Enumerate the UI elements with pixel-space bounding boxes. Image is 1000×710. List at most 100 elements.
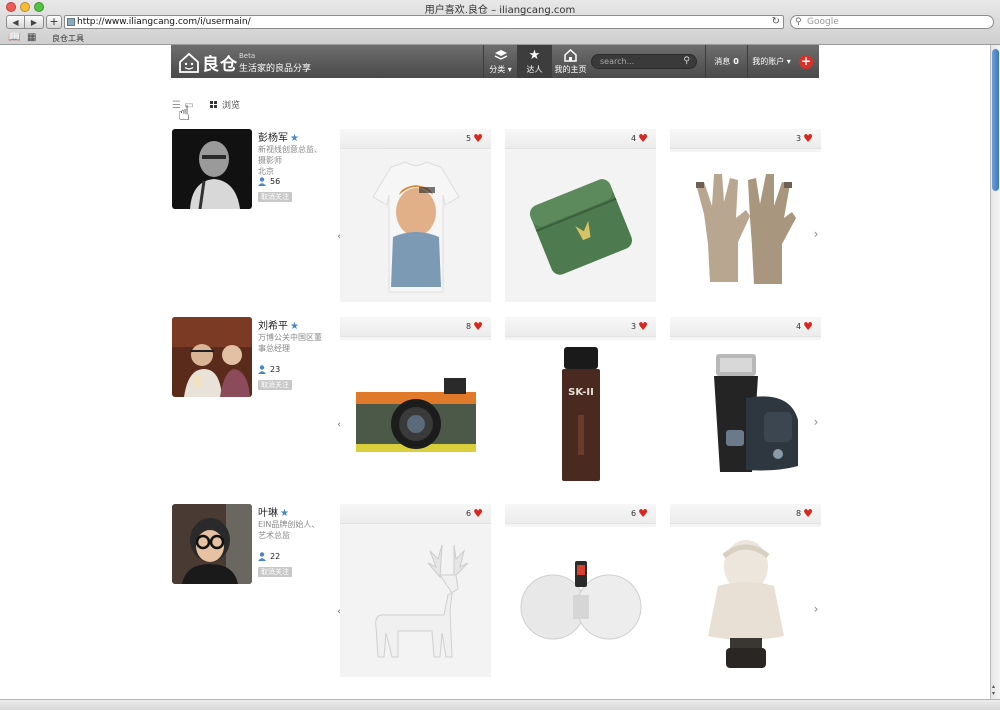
browser-search-field[interactable]: ⚲ Google bbox=[790, 15, 994, 29]
unfollow-button[interactable]: 取消关注 bbox=[258, 380, 292, 390]
product-card[interactable]: 6 ♥ bbox=[340, 504, 491, 677]
like-count[interactable]: 8 ♥ bbox=[796, 507, 813, 520]
site-logo[interactable]: 良仓 bbox=[178, 50, 238, 75]
house-logo-icon bbox=[178, 52, 200, 74]
product-card[interactable]: 8 ♥ bbox=[340, 317, 491, 490]
home-icon bbox=[552, 48, 589, 66]
like-count[interactable]: 6 ♥ bbox=[631, 508, 648, 519]
product-card[interactable]: 6 ♥ bbox=[505, 504, 656, 677]
plus-icon: + bbox=[800, 54, 812, 68]
back-button[interactable]: ◀ bbox=[6, 15, 25, 29]
product-card[interactable]: 3 ♥ bbox=[670, 129, 821, 302]
beta-label: Beta bbox=[239, 52, 256, 60]
user-name[interactable]: 刘希平 ★ bbox=[258, 317, 299, 332]
like-count-text: 8 bbox=[796, 509, 802, 518]
product-card[interactable]: 4 ♥ bbox=[670, 317, 821, 490]
unfollow-button[interactable]: 取消关注 bbox=[258, 192, 292, 202]
nav-experts[interactable]: ★ 达人 bbox=[517, 45, 551, 78]
product-image-camera[interactable] bbox=[340, 340, 491, 490]
avatar[interactable] bbox=[172, 129, 252, 209]
grid-view-toggle[interactable]: 浏览 bbox=[210, 98, 240, 111]
plus-icon: + bbox=[49, 15, 59, 28]
browser-chrome: 用户喜欢.良仓 – iliangcang.com ◀ ▶ + http://ww… bbox=[0, 0, 1000, 45]
browser-search-placeholder: Google bbox=[807, 17, 839, 27]
product-card[interactable]: 4 ♥ bbox=[505, 129, 656, 302]
address-bar-url: http://www.iliangcang.com/i/usermain/ bbox=[77, 17, 251, 27]
card-header: 3 ♥ bbox=[670, 129, 821, 149]
heart-icon: ♥ bbox=[638, 132, 648, 145]
like-count-text: 5 bbox=[466, 134, 472, 143]
card-header: 3 ♥ bbox=[505, 317, 656, 337]
user-row: 叶琳★ EIN品牌创始人、艺术总监 22 取消关注 ‹ 6♥ bbox=[172, 504, 824, 680]
messages-label: 消息 bbox=[714, 57, 731, 66]
bookmark-item[interactable]: 良仓工具 bbox=[52, 33, 84, 44]
user-bio: 万博公关中国区董事总经理 bbox=[258, 333, 322, 353]
new-tab-button[interactable]: + bbox=[46, 15, 62, 29]
product-card[interactable]: 3 ♥ SK-II bbox=[505, 317, 656, 490]
avatar[interactable] bbox=[172, 504, 252, 584]
unfollow-button[interactable]: 取消关注 bbox=[258, 567, 292, 577]
account-menu[interactable]: 我的账户 ▾ bbox=[747, 45, 795, 78]
product-image-knit-gloves[interactable] bbox=[670, 152, 821, 302]
like-count[interactable]: 4 ♥ bbox=[796, 320, 813, 333]
nav-experts-label: 达人 bbox=[526, 65, 543, 74]
verified-star-icon: ★ bbox=[290, 321, 299, 332]
main-nav: 分类 ▾ ★ 达人 我的主页 bbox=[483, 45, 589, 78]
user-row: 彭杨军★ 新视线创意总监、摄影师 北京 56 取消关注 ‹ 5♥ bbox=[172, 129, 824, 305]
product-image-t-shirt[interactable] bbox=[340, 152, 491, 302]
card-header: 6 ♥ bbox=[340, 504, 491, 524]
like-count[interactable]: 4 ♥ bbox=[631, 132, 648, 145]
verified-star-icon: ★ bbox=[290, 133, 299, 144]
chevron-right-icon[interactable]: › bbox=[808, 598, 824, 620]
like-count[interactable]: 5 ♥ bbox=[466, 133, 483, 144]
add-item-button[interactable]: + bbox=[799, 55, 813, 69]
heart-icon: ♥ bbox=[803, 320, 813, 333]
product-image-shaver[interactable] bbox=[670, 340, 821, 490]
site-tagline: 生活家的良品分享 bbox=[239, 64, 312, 74]
heart-icon: ♥ bbox=[803, 507, 813, 520]
card-header: 6 ♥ bbox=[505, 504, 656, 524]
like-count[interactable]: 6 ♥ bbox=[466, 508, 483, 519]
site-header: 良仓 Beta 生活家的良品分享 分类 ▾ ★ 达人 我的主页 search..… bbox=[171, 45, 819, 78]
follower-count-text: 23 bbox=[270, 365, 281, 374]
nav-category-label: 分类 bbox=[489, 65, 506, 74]
product-card[interactable]: 5 ♥ bbox=[340, 129, 491, 302]
chevron-right-icon[interactable]: › bbox=[808, 223, 824, 245]
user-name[interactable]: 彭杨军 ★ bbox=[258, 129, 299, 144]
vertical-scrollbar[interactable]: ▴ ▾ bbox=[990, 45, 1000, 699]
site-search-input[interactable]: search... ⚲ bbox=[591, 54, 697, 69]
user-name[interactable]: 叶琳 ★ bbox=[258, 504, 289, 519]
address-bar[interactable]: http://www.iliangcang.com/i/usermain/ ↻ bbox=[64, 15, 784, 29]
bookmarks-bar: 📖 ▦ 良仓工具 bbox=[0, 31, 1000, 45]
top-sites-icon[interactable]: ▦ bbox=[27, 32, 36, 43]
messages-count: 0 bbox=[733, 57, 739, 66]
product-image-speaker-dock[interactable] bbox=[505, 527, 656, 677]
product-image-skii-bottle[interactable]: SK-II bbox=[505, 340, 656, 490]
reload-icon[interactable]: ↻ bbox=[772, 16, 780, 28]
scroll-arrows-icon[interactable]: ▴ ▾ bbox=[992, 683, 995, 697]
search-icon: ⚲ bbox=[795, 17, 802, 27]
nav-category[interactable]: 分类 ▾ bbox=[483, 45, 517, 78]
like-count[interactable]: 3 ♥ bbox=[796, 133, 813, 144]
product-card[interactable]: 8 ♥ bbox=[670, 504, 821, 677]
avatar[interactable] bbox=[172, 317, 252, 397]
like-count[interactable]: 8 ♥ bbox=[466, 321, 483, 332]
scrollbar-thumb[interactable] bbox=[992, 49, 999, 191]
grid-view-label: 浏览 bbox=[222, 101, 241, 111]
person-icon bbox=[258, 365, 266, 374]
chevron-right-icon[interactable]: › bbox=[808, 411, 824, 433]
follower-count: 56 bbox=[258, 177, 280, 186]
messages-link[interactable]: 消息 0 bbox=[705, 45, 747, 78]
nav-my-home[interactable]: 我的主页 bbox=[551, 45, 589, 78]
product-image-green-lighter[interactable] bbox=[505, 152, 656, 302]
search-icon[interactable]: ⚲ bbox=[683, 55, 690, 68]
favicon-icon bbox=[67, 18, 75, 26]
card-header: 5 ♥ bbox=[340, 129, 491, 149]
reading-list-icon[interactable]: 📖 bbox=[8, 32, 20, 43]
product-image-white-deer[interactable] bbox=[340, 527, 491, 677]
forward-button[interactable]: ▶ bbox=[25, 15, 44, 29]
product-image-veiled-bust[interactable] bbox=[670, 527, 821, 677]
like-count-text: 4 bbox=[631, 134, 637, 143]
like-count[interactable]: 3 ♥ bbox=[631, 321, 648, 332]
user-row: 刘希平★ 万博公关中国区董事总经理 23 取消关注 ‹ 8♥ bbox=[172, 317, 824, 493]
